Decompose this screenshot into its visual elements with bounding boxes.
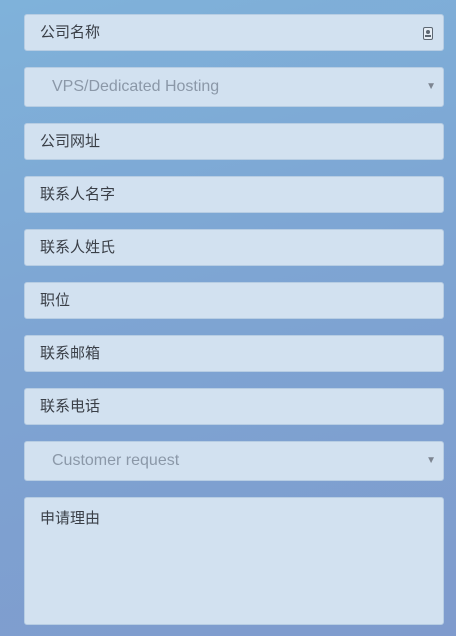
contact-phone-input[interactable]: 联系电话	[24, 388, 444, 425]
request-type-select[interactable]: Customer request ▼	[24, 441, 444, 481]
contact-email-input[interactable]: 联系邮箱	[24, 335, 444, 372]
hosting-type-select[interactable]: VPS/Dedicated Hosting ▼	[24, 67, 444, 107]
contact-phone-placeholder: 联系电话	[40, 397, 101, 415]
contact-card-icon	[423, 27, 433, 40]
company-name-placeholder: 公司名称	[40, 23, 101, 41]
job-title-input[interactable]: 职位	[24, 282, 444, 319]
hosting-type-value: VPS/Dedicated Hosting	[52, 78, 220, 95]
contact-last-name-placeholder: 联系人姓氏	[40, 238, 116, 256]
request-type-value: Customer request	[52, 452, 180, 469]
company-website-placeholder: 公司网址	[40, 132, 101, 150]
contact-email-placeholder: 联系邮箱	[40, 344, 101, 362]
contact-first-name-placeholder: 联系人名字	[40, 185, 116, 203]
company-website-input[interactable]: 公司网址	[24, 123, 444, 160]
contact-last-name-input[interactable]: 联系人姓氏	[24, 229, 444, 266]
company-name-input[interactable]: 公司名称	[24, 14, 444, 51]
chevron-down-icon: ▼	[426, 455, 436, 466]
chevron-down-icon: ▼	[426, 81, 436, 92]
reason-textarea[interactable]: 申请理由	[24, 497, 444, 625]
job-title-placeholder: 职位	[40, 291, 71, 309]
reason-placeholder: 申请理由	[40, 509, 101, 527]
contact-first-name-input[interactable]: 联系人名字	[24, 176, 444, 213]
